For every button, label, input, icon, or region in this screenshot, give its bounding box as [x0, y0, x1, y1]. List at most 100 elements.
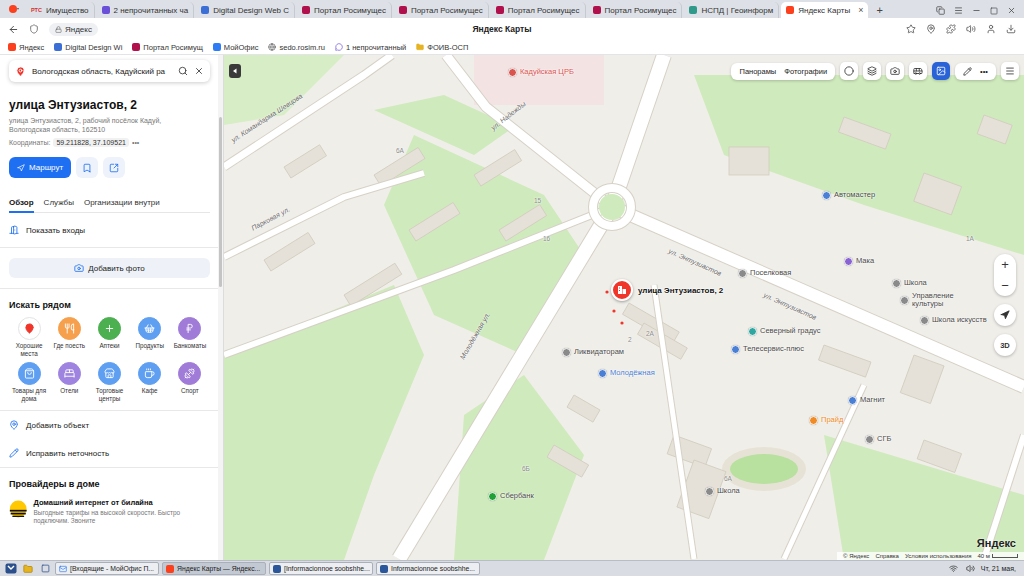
transport-button[interactable] [909, 62, 927, 80]
files-icon[interactable] [21, 563, 35, 575]
close-icon[interactable] [1007, 6, 1016, 15]
provider-card[interactable]: Домашний интернет от билайнаВыгодные тар… [9, 498, 210, 525]
back-icon[interactable] [8, 24, 19, 35]
copyright[interactable]: © Яндекс [843, 553, 869, 559]
tab-close-button[interactable]: × [858, 5, 863, 15]
nearby-item[interactable]: Спорт [170, 362, 210, 402]
help-link[interactable]: Справка [875, 553, 899, 559]
nearby-item[interactable]: Хорошие места [9, 317, 49, 357]
action-row[interactable]: Исправить неточность [9, 439, 210, 467]
share-button[interactable] [103, 157, 125, 178]
nearby-item[interactable]: Банкоматы [170, 317, 210, 357]
browser-tab[interactable]: Digital Design Web С [196, 2, 295, 18]
camera-button[interactable] [886, 62, 904, 80]
extensions-icon[interactable] [946, 24, 956, 34]
map-logo[interactable]: Яндекс [977, 537, 1016, 549]
volume-icon[interactable] [964, 563, 978, 575]
browser-tab[interactable]: Портал Росимущес [394, 2, 489, 18]
poi-label[interactable]: Магнит [848, 396, 885, 405]
start-icon[interactable] [4, 563, 18, 575]
route-button[interactable]: Маршрут [9, 157, 71, 178]
minimize-icon[interactable] [972, 6, 981, 15]
bookmark-item[interactable]: Портал Росимущ [132, 43, 203, 52]
scrollbar[interactable] [218, 55, 223, 560]
add-photo-button[interactable]: Добавить фото [9, 258, 210, 278]
tabs-list-icon[interactable] [936, 6, 945, 15]
clock[interactable]: Чт, 21 мая, [981, 565, 1020, 572]
poi-label[interactable]: Северный градус [748, 327, 821, 336]
new-tab-button[interactable]: + [870, 4, 888, 16]
poi-label[interactable]: Ликвидаторам [562, 348, 624, 357]
poi-label[interactable]: Школа искусств [920, 316, 987, 325]
sound-icon[interactable] [966, 24, 976, 34]
panel-tab[interactable]: Организации внутри [84, 196, 160, 213]
poi-label[interactable]: Школа [892, 279, 927, 288]
taskbar-item[interactable]: Informacionnoe soobshhe... [376, 562, 480, 575]
poi-label[interactable]: Сбербанк [488, 492, 534, 501]
browser-tab[interactable]: НСПД | Геоинформ [684, 2, 779, 18]
search-box[interactable]: Вологодская область, Кадуйский ра [9, 60, 210, 82]
photos-button[interactable]: Фотографии [784, 67, 827, 76]
map-pin[interactable]: улица Энтузиастов, 2 [611, 279, 723, 301]
protect-icon[interactable] [29, 24, 39, 34]
nearby-item[interactable]: Товары для дома [9, 362, 49, 402]
maximize-icon[interactable] [990, 7, 998, 15]
bookmark-button[interactable] [76, 157, 98, 178]
nearby-item[interactable]: Отели [49, 362, 89, 402]
browser-menu-icon[interactable] [4, 2, 24, 16]
download-icon[interactable] [1006, 24, 1016, 34]
geolocation-button[interactable] [994, 304, 1016, 326]
terms-link[interactable]: Условия использования [905, 553, 972, 559]
more-button[interactable]: ••• [980, 67, 988, 76]
taskbar-item[interactable]: [Informacionnoe soobshhe... [269, 562, 373, 575]
zoom-out-button[interactable]: − [994, 275, 1016, 296]
coordinates-value[interactable]: 59.211828, 37.109521 [53, 138, 129, 147]
poi-label[interactable]: Телесервис-плюс [731, 345, 804, 354]
layers-button[interactable] [863, 62, 881, 80]
menu-button[interactable] [1001, 62, 1019, 80]
nearby-item[interactable]: Где поесть [49, 317, 89, 357]
panel-tab[interactable]: Обзор [9, 196, 34, 213]
collapse-panel-button[interactable] [229, 64, 241, 78]
traffic-button[interactable] [840, 62, 858, 80]
poi-label[interactable]: Поселковая [738, 269, 791, 278]
map-canvas[interactable] [224, 55, 1024, 560]
menu-icon[interactable] [954, 6, 963, 15]
profile-icon[interactable] [986, 24, 996, 34]
taskbar-item[interactable]: [Входящие - МойОфис П... [55, 562, 159, 575]
poi-label[interactable]: Управление культуры [900, 292, 978, 309]
poi-label[interactable]: Автомастер [822, 191, 875, 200]
poi-label[interactable]: Школа [705, 487, 740, 496]
browser-tab[interactable]: Яндекс Карты× [781, 2, 868, 18]
show-entrances[interactable]: Показать входы [9, 213, 210, 247]
action-row[interactable]: Добавить объект [9, 411, 210, 439]
address-bar[interactable]: Яндекс [49, 23, 98, 36]
ruler-icon[interactable] [963, 67, 972, 76]
nearby-item[interactable]: Продукты [130, 317, 170, 357]
nearby-item[interactable]: Торговые центры [89, 362, 129, 402]
clear-icon[interactable] [194, 66, 204, 76]
three-d-button[interactable]: 3D [994, 334, 1016, 356]
poi-label[interactable]: Прайд [809, 416, 843, 425]
browser-tab[interactable]: Портал Росимущес [588, 2, 683, 18]
bookmark-item[interactable]: ФОИВ-ОСП [416, 43, 468, 52]
scrollbar-thumb[interactable] [219, 117, 222, 287]
browser-tab[interactable]: Портал Росимущес [297, 2, 392, 18]
bookmark-item[interactable]: Яндекс [8, 43, 44, 52]
panel-tab[interactable]: Службы [44, 196, 74, 213]
star-icon[interactable] [906, 24, 916, 34]
search-icon[interactable] [178, 66, 188, 76]
panoramas-button[interactable]: Панорамы [739, 67, 776, 76]
terminal-icon[interactable] [38, 563, 52, 575]
poi-label[interactable]: Мака [844, 257, 874, 266]
taskbar-item[interactable]: Яндекс Карты — Яндекс... [162, 562, 266, 575]
bookmark-item[interactable]: Digital Design Wi [54, 43, 122, 52]
bookmark-item[interactable]: sedo.rosim.ru [268, 43, 324, 52]
poi-label[interactable]: Кадуйская ЦРБ [508, 68, 574, 77]
bookmark-item[interactable]: 1 непрочитанный [335, 43, 406, 52]
network-icon[interactable] [947, 563, 961, 575]
location-icon[interactable] [926, 24, 936, 34]
poi-label[interactable]: Молодёжная [598, 369, 655, 378]
image-button[interactable] [932, 62, 950, 80]
poi-label[interactable]: СГБ [865, 435, 891, 444]
